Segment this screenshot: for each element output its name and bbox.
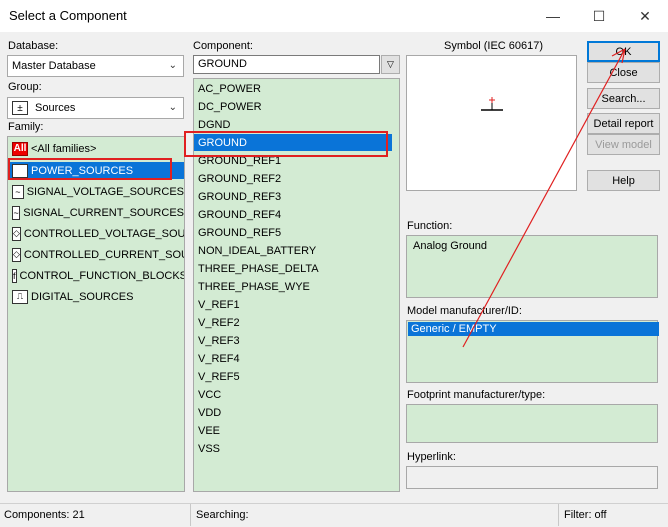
component-item[interactable]: THREE_PHASE_DELTA <box>194 260 399 277</box>
chevron-down-icon: ⌄ <box>168 60 177 71</box>
status-filter: Filter: off <box>564 509 607 521</box>
component-item[interactable]: NON_IDEAL_BATTERY <box>194 242 399 259</box>
model-item-selected[interactable]: Generic / EMPTY <box>408 322 659 336</box>
hyperlink-field[interactable] <box>406 466 658 489</box>
chevron-down-icon: ⌄ <box>168 102 177 113</box>
detail-report-button[interactable]: Detail report <box>587 113 660 134</box>
family-item-digital-sources[interactable]: ⎍ DIGITAL_SOURCES <box>8 288 184 305</box>
component-search-input[interactable]: GROUND <box>193 55 380 74</box>
family-list[interactable]: All <All families> PWR POWER_SOURCES ~ S… <box>7 136 185 492</box>
component-item[interactable]: V_REF2 <box>194 314 399 331</box>
component-item[interactable]: AC_POWER <box>194 80 399 97</box>
function-box: Analog Ground <box>406 235 658 298</box>
group-value: Sources <box>35 102 76 114</box>
highlight-box-family <box>8 158 172 180</box>
model-list[interactable]: Generic / EMPTY <box>406 320 659 383</box>
maximize-button[interactable]: ☐ <box>576 0 622 32</box>
function-label: Function: <box>407 220 453 232</box>
component-item[interactable]: GROUND_REF5 <box>194 224 399 241</box>
minimize-button[interactable]: — <box>530 0 576 32</box>
controlled-voltage-icon: ◇ <box>12 226 21 241</box>
database-value: Master Database <box>12 60 96 72</box>
help-button[interactable]: Help <box>587 170 660 191</box>
digital-source-icon: ⎍ <box>12 289 28 304</box>
group-select[interactable]: ± Sources ⌄ <box>7 97 184 119</box>
close-window-button[interactable]: ✕ <box>622 0 668 32</box>
search-button[interactable]: Search... <box>587 88 660 109</box>
component-item[interactable]: THREE_PHASE_WYE <box>194 278 399 295</box>
model-label: Model manufacturer/ID: <box>407 305 522 317</box>
all-families-icon: All <box>12 141 28 156</box>
family-item-control-function[interactable]: f CONTROL_FUNCTION_BLOCKS <box>8 267 184 284</box>
database-label: Database: <box>8 40 59 52</box>
function-block-icon: f <box>12 268 17 283</box>
component-label: Component: <box>193 40 253 52</box>
component-item[interactable]: DC_POWER <box>194 98 399 115</box>
status-bar: Components: 21 Searching: Filter: off <box>0 503 668 527</box>
controlled-current-icon: ◇ <box>12 247 21 262</box>
function-value: Analog Ground <box>413 240 487 252</box>
footprint-label: Footprint manufacturer/type: <box>407 389 546 401</box>
component-item[interactable]: V_REF5 <box>194 368 399 385</box>
status-components: Components: 21 <box>4 509 85 521</box>
footprint-list[interactable] <box>406 404 658 443</box>
component-item[interactable]: GROUND_REF2 <box>194 170 399 187</box>
symbol-label: Symbol (IEC 60617) <box>444 40 544 52</box>
family-item-controlled-current[interactable]: ◇ CONTROLLED_CURRENT_SOUI <box>8 246 184 263</box>
signal-current-icon: ~ <box>12 205 21 220</box>
component-item[interactable]: VEE <box>194 422 399 439</box>
component-item[interactable]: V_REF4 <box>194 350 399 367</box>
component-item[interactable]: V_REF1 <box>194 296 399 313</box>
family-item-controlled-voltage[interactable]: ◇ CONTROLLED_VOLTAGE_SOUR <box>8 225 184 242</box>
ground-symbol-icon <box>481 97 503 111</box>
signal-voltage-icon: ~ <box>12 184 24 199</box>
ok-button[interactable]: OK <box>587 41 660 62</box>
symbol-preview <box>406 55 577 191</box>
family-item-signal-current[interactable]: ~ SIGNAL_CURRENT_SOURCES <box>8 204 184 221</box>
filter-icon: ▽ <box>387 59 394 69</box>
hyperlink-label: Hyperlink: <box>407 451 456 463</box>
family-item-signal-voltage[interactable]: ~ SIGNAL_VOLTAGE_SOURCES <box>8 183 184 200</box>
status-searching: Searching: <box>196 509 249 521</box>
component-item[interactable]: VCC <box>194 386 399 403</box>
view-model-button: View model <box>587 134 660 155</box>
component-item[interactable]: VDD <box>194 404 399 421</box>
status-separator <box>558 504 559 526</box>
window-title: Select a Component <box>9 8 127 23</box>
component-item[interactable]: GROUND_REF4 <box>194 206 399 223</box>
filter-button[interactable]: ▽ <box>381 55 400 74</box>
close-button[interactable]: Close <box>587 62 660 83</box>
component-item[interactable]: VSS <box>194 440 399 457</box>
family-label: Family: <box>8 121 44 133</box>
family-item-all[interactable]: All <All families> <box>8 140 184 157</box>
database-select[interactable]: Master Database ⌄ <box>7 55 184 77</box>
component-item[interactable]: GROUND_REF3 <box>194 188 399 205</box>
sources-icon: ± <box>12 101 28 115</box>
title-bar: Select a Component — ☐ ✕ <box>0 0 668 32</box>
group-label: Group: <box>8 81 42 93</box>
status-separator <box>190 504 191 526</box>
component-item[interactable]: V_REF3 <box>194 332 399 349</box>
highlight-box-component <box>184 131 388 157</box>
